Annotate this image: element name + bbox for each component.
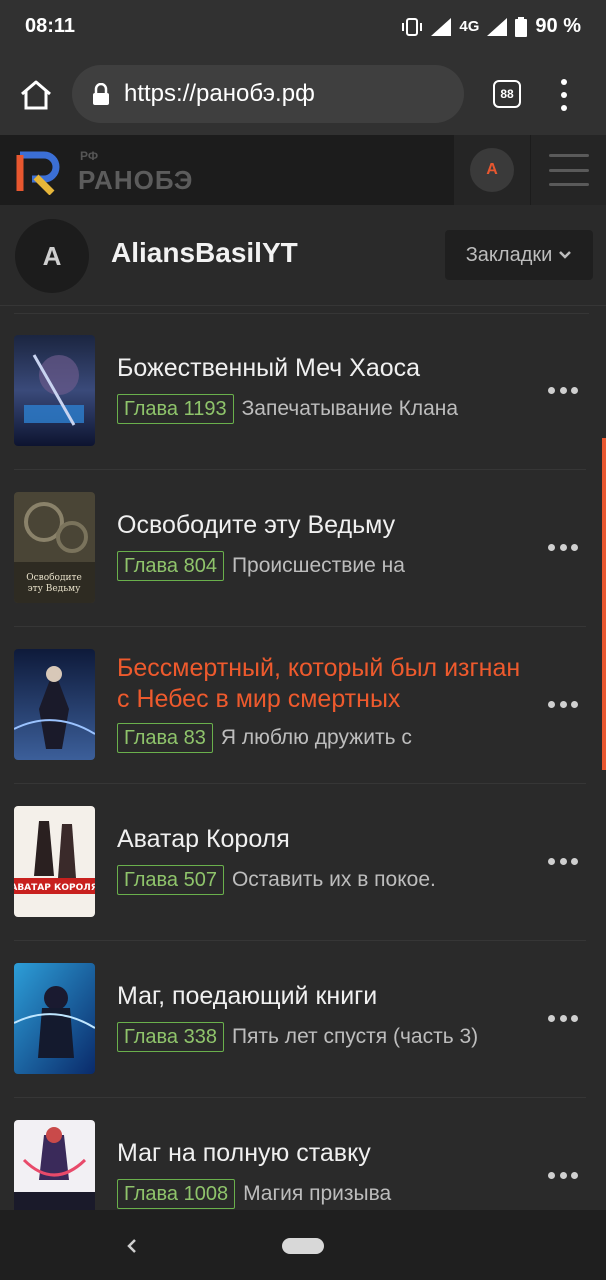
chapter-badge[interactable]: Глава 1193 [117,394,234,424]
book-cover[interactable] [14,649,95,760]
list-item[interactable]: Освободите эту Ведьму Освободите эту Ведь… [14,470,586,627]
cell-signal-icon [487,17,508,36]
more-options-icon[interactable] [548,1172,578,1180]
tabs-button[interactable]: 88 [493,80,521,108]
hamburger-icon[interactable] [549,154,589,186]
chapter-name: Запечатывание Клана [241,397,459,420]
chapter-badge[interactable]: Глава 507 [117,865,224,895]
wifi-signal-icon [431,17,452,36]
svg-text:эту Ведьму: эту Ведьму [28,584,82,594]
avatar[interactable]: A [15,219,89,293]
more-options-icon[interactable] [548,544,578,552]
book-cover[interactable]: АВАТАР КОРОЛЯ [14,806,95,917]
home-icon[interactable] [18,77,54,113]
book-cover[interactable]: Освободите эту Ведьму [14,492,95,603]
chapter-name: Я люблю дружить с [220,726,412,749]
header-menu-cell [531,135,606,205]
chapter-badge[interactable]: Глава 338 [117,1022,224,1052]
url-text: https://ранобэ.рф [124,80,315,107]
book-cover[interactable] [14,335,95,446]
status-time: 08:11 [25,15,76,37]
more-options-icon[interactable] [548,387,578,395]
book-cover[interactable] [14,963,95,1074]
chapter-badge[interactable]: Глава 804 [117,551,224,581]
status-icons: 4G 90 % [401,15,581,38]
chapter-badge[interactable]: Глава 83 [117,723,213,753]
svg-text:Освободите: Освободите [26,572,82,583]
address-bar[interactable]: https://ранобэ.рф [72,65,464,123]
bookmark-list: Божественный Меч Хаоса Глава 1193 Запеча… [0,313,600,1254]
book-title[interactable]: Освободите эту Ведьму [117,510,537,541]
lock-icon [93,83,109,105]
battery-level: 90 % [535,15,581,37]
chapter-name: Происшествие на [231,554,405,577]
book-title[interactable]: Аватар Короля [117,824,537,855]
bookmarks-label: Закладки [465,243,553,266]
chapter-name: Пять лет спустя (часть 3) [231,1025,479,1048]
logo-small-text: РФ [80,149,99,163]
chevron-down-icon [559,251,572,259]
browser-toolbar: https://ранобэ.рф 88 [0,55,606,135]
chapter-name: Оставить их в покое. [231,868,436,891]
list-item[interactable]: АВАТАР КОРОЛЯ Аватар Короля Глава 507 Ос… [14,784,586,941]
system-nav-bar [0,1210,606,1280]
logo-text[interactable]: РАНОБЭ [78,165,193,196]
scrollbar[interactable] [602,438,606,770]
header-avatar-cell: A [454,135,530,205]
list-item[interactable]: Бессмертный, который был изгнан с Небес … [14,627,586,784]
more-options-icon[interactable] [548,1015,578,1023]
vibrate-icon [402,17,423,36]
book-title[interactable]: Бессмертный, который был изгнан с Небес … [117,653,537,715]
book-title[interactable]: Божественный Меч Хаоса [117,353,537,384]
more-options-icon[interactable] [548,858,578,866]
chapter-badge[interactable]: Глава 1008 [117,1179,236,1209]
battery-icon [515,16,528,37]
bookmarks-dropdown[interactable]: Закладки [445,230,593,280]
user-name: AliansBasilYT [111,237,298,268]
book-title[interactable]: Маг на полную ставку [117,1138,537,1169]
more-options-icon[interactable] [548,701,578,709]
chapter-name: Магия призыва [243,1182,392,1205]
network-type: 4G [459,18,480,35]
list-item[interactable]: Божественный Меч Хаоса Глава 1193 Запеча… [14,313,586,470]
site-header: РФ РАНОБЭ A [0,135,606,205]
status-bar: 08:11 4G 90 % [0,0,606,55]
site-logo-icon[interactable] [14,147,64,195]
header-avatar[interactable]: A [470,148,514,192]
svg-text:АВАТАР КОРОЛЯ: АВАТАР КОРОЛЯ [14,883,95,893]
home-gesture-pill[interactable] [282,1238,324,1254]
browser-menu-icon[interactable] [556,79,572,111]
user-profile-row: A AliansBasilYT Закладки [0,205,606,306]
book-title[interactable]: Маг, поедающий книги [117,981,537,1012]
back-icon[interactable] [124,1234,140,1258]
list-item[interactable]: Маг, поедающий книги Глава 338 Пять лет … [14,941,586,1098]
